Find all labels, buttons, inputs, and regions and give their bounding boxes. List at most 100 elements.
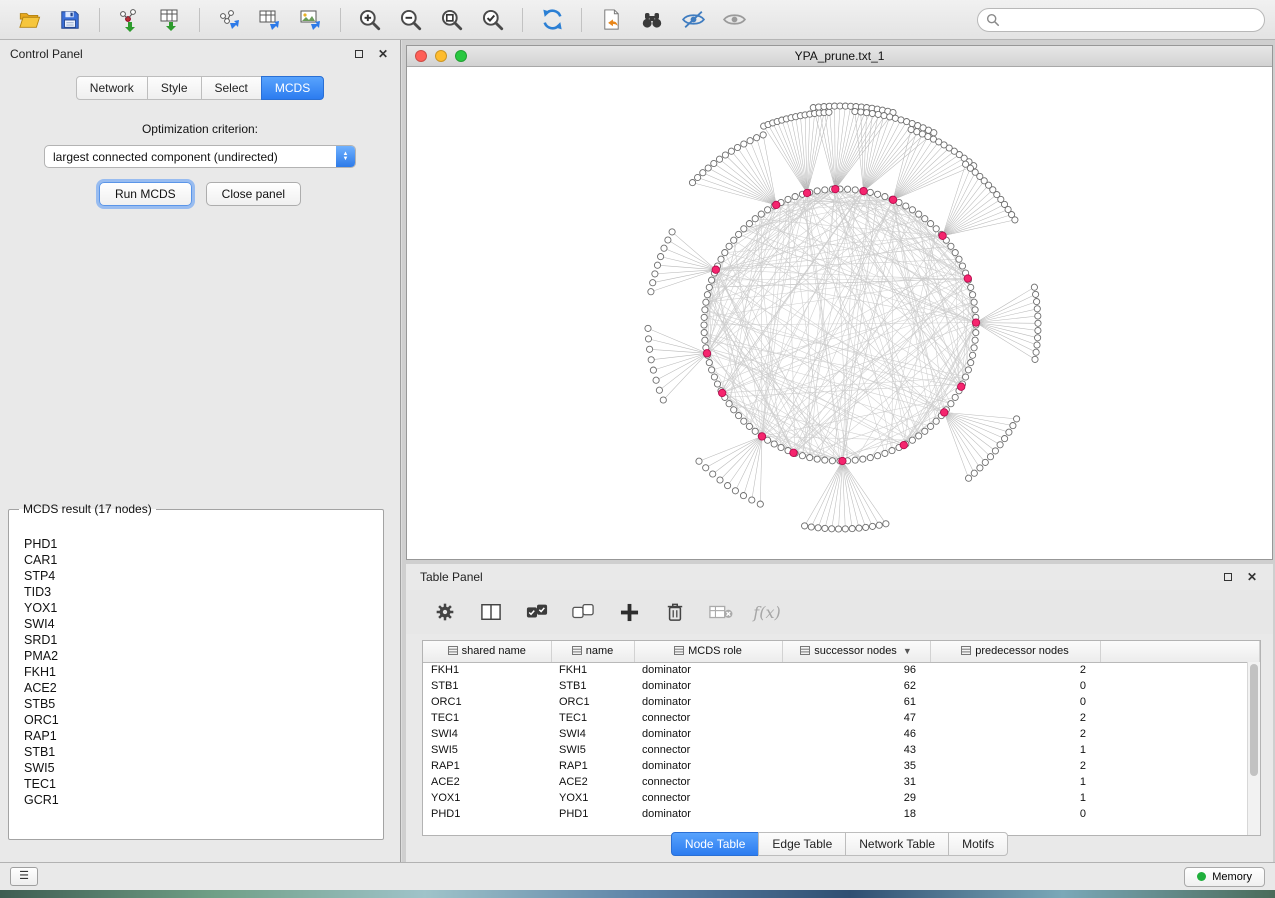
float-panel-button[interactable]: [352, 47, 366, 61]
tab-style[interactable]: Style: [147, 76, 202, 100]
mcds-node-item[interactable]: ORC1: [24, 712, 378, 728]
cell-name: YOX1: [551, 790, 634, 806]
mcds-node-item[interactable]: SWI5: [24, 760, 378, 776]
table-row[interactable]: FKH1FKH1dominator962: [423, 662, 1260, 678]
cell-name: STB1: [551, 678, 634, 694]
tab-network[interactable]: Network: [76, 76, 148, 100]
run-mcds-button[interactable]: Run MCDS: [99, 182, 192, 206]
open-file-button[interactable]: [10, 4, 48, 36]
mcds-node-item[interactable]: FKH1: [24, 664, 378, 680]
close-table-panel-button[interactable]: ✕: [1245, 570, 1259, 584]
column-header-shared-name[interactable]: shared name: [423, 641, 551, 662]
zoom-in-button[interactable]: [351, 4, 389, 36]
mcds-node-item[interactable]: RAP1: [24, 728, 378, 744]
table-toolbar: f(x): [406, 590, 1273, 634]
mcds-node-item[interactable]: STP4: [24, 568, 378, 584]
window-maximize-button[interactable]: [455, 50, 467, 62]
mcds-result-list[interactable]: PHD1CAR1STP4TID3YOX1SWI4SRD1PMA2FKH1ACE2…: [14, 534, 378, 833]
import-table-button[interactable]: [151, 4, 189, 36]
table-row[interactable]: ORC1ORC1dominator610: [423, 694, 1260, 710]
column-header-successor-nodes[interactable]: successor nodes▼: [782, 641, 930, 662]
mcds-node-item[interactable]: PMA2: [24, 648, 378, 664]
apply-layout-button[interactable]: [533, 4, 571, 36]
mcds-node-item[interactable]: TEC1: [24, 776, 378, 792]
memory-button[interactable]: Memory: [1184, 867, 1265, 887]
mcds-node-item[interactable]: TID3: [24, 584, 378, 600]
tab-network-table[interactable]: Network Table: [845, 832, 949, 856]
cell-predecessor-nodes: 0: [930, 678, 1100, 694]
tab-mcds[interactable]: MCDS: [261, 76, 324, 100]
mcds-node-item[interactable]: CAR1: [24, 552, 378, 568]
cell-successor-nodes: 46: [782, 726, 930, 742]
table-row[interactable]: RAP1RAP1dominator352: [423, 758, 1260, 774]
cell-mcds-role: dominator: [634, 758, 782, 774]
table-row[interactable]: SWI4SWI4dominator462: [423, 726, 1260, 742]
sort-icon: [448, 646, 458, 655]
show-columns-button[interactable]: [478, 599, 504, 625]
table-row[interactable]: YOX1YOX1connector291: [423, 790, 1260, 806]
cell-shared-name: ORC1: [423, 694, 551, 710]
mcds-node-item[interactable]: GCR1: [24, 792, 378, 808]
show-hide-graphics-button[interactable]: [674, 4, 712, 36]
tab-select[interactable]: Select: [201, 76, 262, 100]
table-options-button[interactable]: [432, 599, 458, 625]
mcds-node-item[interactable]: ACE2: [24, 680, 378, 696]
cell-successor-nodes: 31: [782, 774, 930, 790]
deselect-all-rows-button[interactable]: [570, 599, 596, 625]
search-input[interactable]: [1005, 13, 1256, 27]
export-table-button[interactable]: [251, 4, 289, 36]
mcds-node-item[interactable]: SRD1: [24, 632, 378, 648]
close-control-panel-button[interactable]: ✕: [376, 47, 390, 61]
delete-table-button[interactable]: [708, 599, 734, 625]
add-column-button[interactable]: [616, 599, 642, 625]
export-network-button[interactable]: [210, 4, 248, 36]
scrollbar-thumb[interactable]: [1250, 664, 1258, 776]
float-table-panel-button[interactable]: [1221, 570, 1235, 584]
table-row[interactable]: PHD1PHD1dominator180: [423, 806, 1260, 822]
memory-label: Memory: [1212, 871, 1252, 883]
table-scrollbar[interactable]: [1247, 662, 1260, 835]
select-all-rows-button[interactable]: [524, 599, 550, 625]
table-row[interactable]: TEC1TEC1connector472: [423, 710, 1260, 726]
mcds-node-item[interactable]: YOX1: [24, 600, 378, 616]
float-icon: [355, 50, 363, 58]
mcds-node-item[interactable]: SWI4: [24, 616, 378, 632]
tab-node-table[interactable]: Node Table: [671, 832, 760, 856]
zoom-selected-button[interactable]: [474, 4, 512, 36]
clone-network-button[interactable]: [592, 4, 630, 36]
zoom-out-button[interactable]: [392, 4, 430, 36]
export-image-button[interactable]: [292, 4, 330, 36]
table-row[interactable]: SWI5SWI5connector431: [423, 742, 1260, 758]
mcds-node-item[interactable]: STB1: [24, 744, 378, 760]
table-row[interactable]: STB1STB1dominator620: [423, 678, 1260, 694]
panel-menu-button[interactable]: ☰: [10, 867, 38, 886]
zoom-fit-button[interactable]: [433, 4, 471, 36]
optimization-criterion-select[interactable]: largest connected component (undirected)…: [44, 145, 356, 168]
function-builder-button[interactable]: f(x): [754, 599, 780, 625]
delete-column-button[interactable]: [662, 599, 688, 625]
network-canvas[interactable]: [407, 67, 1272, 559]
cell-shared-name: PHD1: [423, 806, 551, 822]
table-header-row: shared name name MCDS role successor nod…: [423, 641, 1260, 662]
memory-status-icon: [1197, 872, 1206, 881]
window-close-button[interactable]: [415, 50, 427, 62]
preview-button[interactable]: [715, 4, 753, 36]
tab-edge-table[interactable]: Edge Table: [758, 832, 846, 856]
save-session-button[interactable]: [51, 4, 89, 36]
cell-predecessor-nodes: 2: [930, 726, 1100, 742]
column-header-name[interactable]: name: [551, 641, 634, 662]
tab-motifs[interactable]: Motifs: [948, 832, 1008, 856]
network-window-titlebar[interactable]: YPA_prune.txt_1: [407, 46, 1272, 67]
cell-predecessor-nodes: 0: [930, 694, 1100, 710]
mcds-node-item[interactable]: PHD1: [24, 536, 378, 552]
table-row[interactable]: ACE2ACE2connector311: [423, 774, 1260, 790]
window-minimize-button[interactable]: [435, 50, 447, 62]
column-header-predecessor-nodes[interactable]: predecessor nodes: [930, 641, 1100, 662]
close-mcds-panel-button[interactable]: Close panel: [206, 182, 301, 206]
mcds-result-title: MCDS result (17 nodes): [19, 502, 156, 516]
column-header-mcds-role[interactable]: MCDS role: [634, 641, 782, 662]
optimization-criterion-label: Optimization criterion:: [0, 122, 400, 136]
find-button[interactable]: [633, 4, 671, 36]
mcds-node-item[interactable]: STB5: [24, 696, 378, 712]
import-network-button[interactable]: [110, 4, 148, 36]
